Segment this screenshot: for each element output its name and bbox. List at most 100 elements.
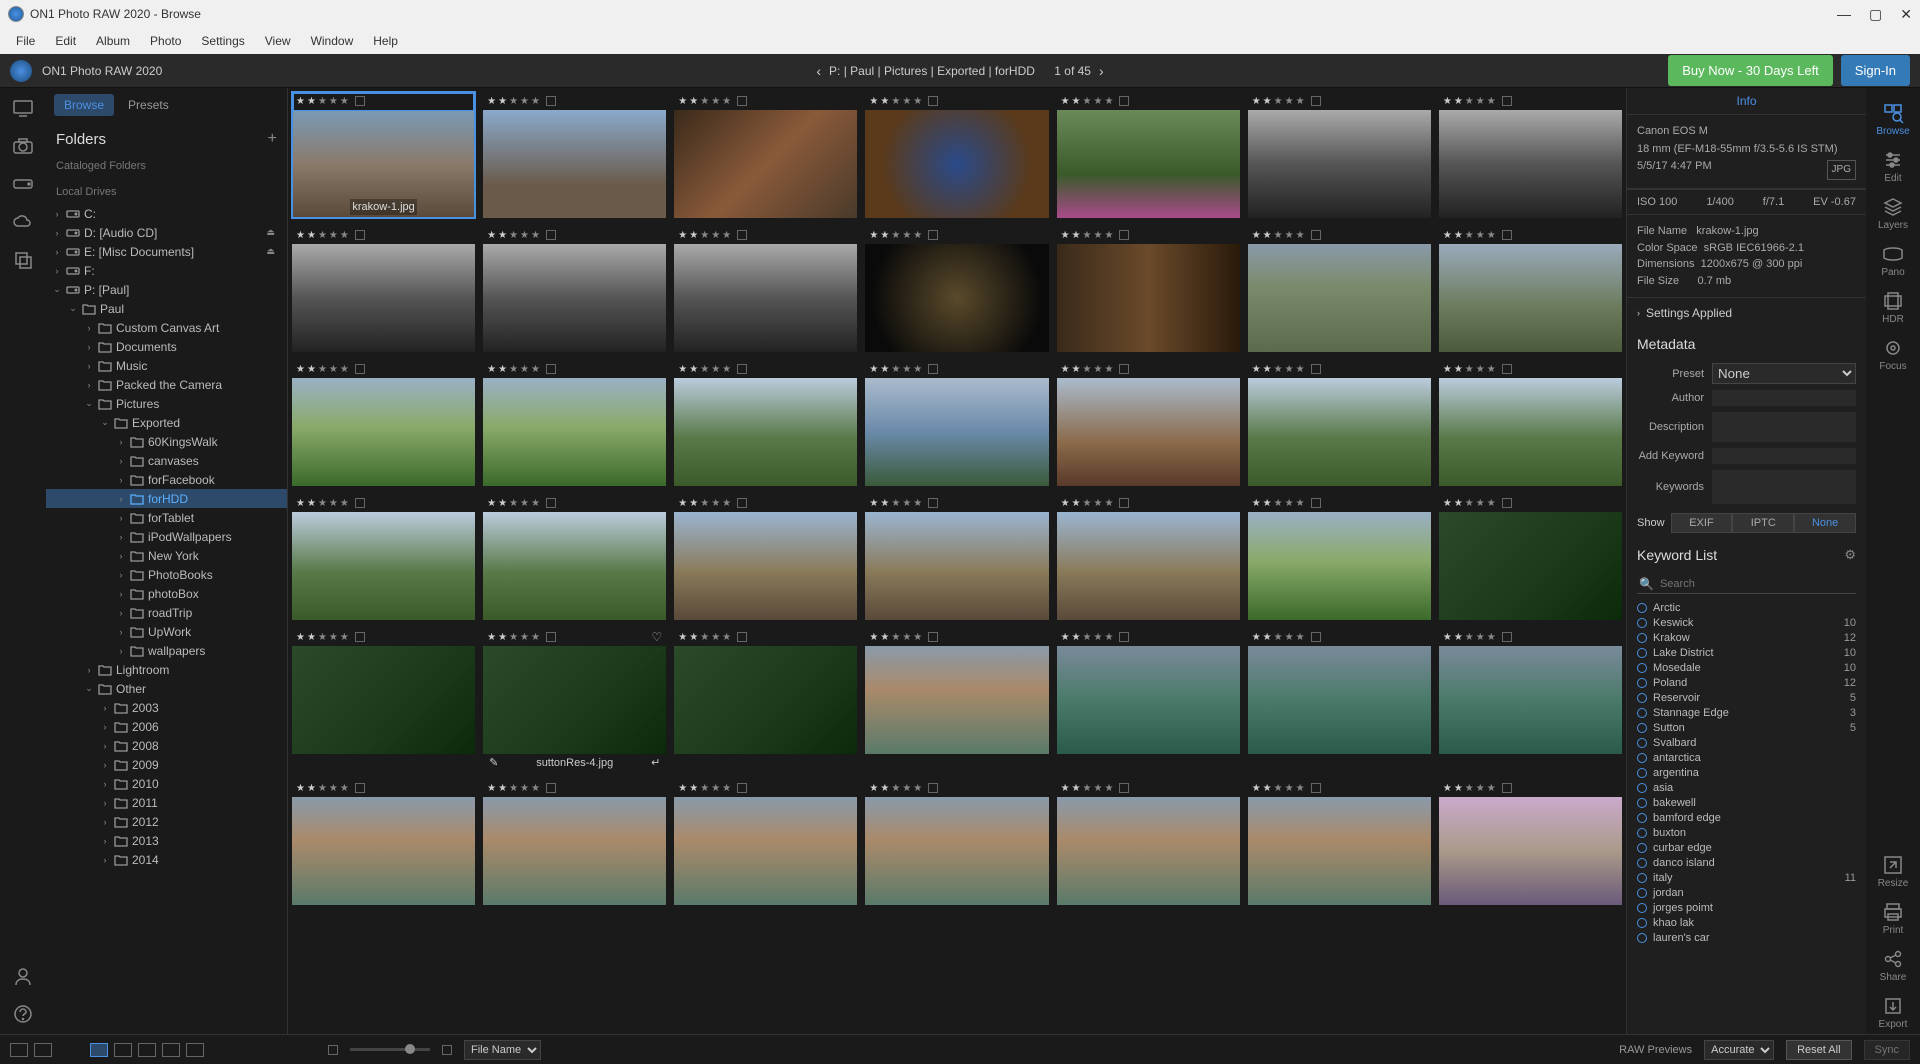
star-icon[interactable]: ★ bbox=[296, 783, 305, 794]
thumb-checkbox[interactable] bbox=[1502, 96, 1512, 106]
settings-applied-toggle[interactable]: ›Settings Applied bbox=[1627, 298, 1866, 328]
star-icon[interactable]: ★ bbox=[1465, 632, 1474, 643]
star-icon[interactable]: ★ bbox=[531, 498, 540, 509]
tree-item[interactable]: ›2006 bbox=[46, 717, 287, 736]
keyword-circle-icon[interactable] bbox=[1637, 798, 1647, 808]
star-icon[interactable]: ★ bbox=[307, 498, 316, 509]
thumb-checkbox[interactable] bbox=[546, 783, 556, 793]
tree-item[interactable]: ⌄Paul bbox=[46, 299, 287, 318]
star-icon[interactable]: ★ bbox=[296, 364, 305, 375]
keyword-circle-icon[interactable] bbox=[1637, 633, 1647, 643]
thumb-checkbox[interactable] bbox=[355, 783, 365, 793]
star-icon[interactable]: ★ bbox=[531, 632, 540, 643]
keyword-item[interactable]: Svalbard bbox=[1637, 735, 1856, 750]
tree-item[interactable]: ›photoBox bbox=[46, 584, 287, 603]
star-icon[interactable]: ★ bbox=[1476, 230, 1485, 241]
view-compare-icon[interactable] bbox=[162, 1043, 180, 1057]
keyword-item[interactable]: lauren's car bbox=[1637, 930, 1856, 945]
keyword-circle-icon[interactable] bbox=[1637, 708, 1647, 718]
thumbnail[interactable]: ★★★★★krakow-1.jpg bbox=[292, 92, 475, 218]
tree-item[interactable]: ›iPodWallpapers bbox=[46, 527, 287, 546]
star-icon[interactable]: ★ bbox=[902, 96, 911, 107]
star-icon[interactable]: ★ bbox=[722, 498, 731, 509]
keyword-search-input[interactable] bbox=[1660, 578, 1854, 590]
star-icon[interactable]: ★ bbox=[1454, 230, 1463, 241]
star-icon[interactable]: ★ bbox=[722, 632, 731, 643]
return-icon[interactable]: ↵ bbox=[651, 756, 660, 769]
keyword-item[interactable]: danco island bbox=[1637, 855, 1856, 870]
tree-item[interactable]: ›2009 bbox=[46, 755, 287, 774]
thumbnail[interactable]: ★★★★★ bbox=[483, 360, 666, 486]
thumb-checkbox[interactable] bbox=[1311, 230, 1321, 240]
star-icon[interactable]: ★ bbox=[509, 96, 518, 107]
thumb-checkbox[interactable] bbox=[1119, 96, 1129, 106]
keyword-item[interactable]: argentina bbox=[1637, 765, 1856, 780]
breadcrumb-prev-button[interactable]: ‹ bbox=[816, 63, 821, 79]
thumb-checkbox[interactable] bbox=[1502, 230, 1512, 240]
star-icon[interactable]: ★ bbox=[498, 632, 507, 643]
star-icon[interactable]: ★ bbox=[711, 364, 720, 375]
tree-item[interactable]: ›Documents bbox=[46, 337, 287, 356]
breadcrumb-path[interactable]: P: | Paul | Pictures | Exported | forHDD bbox=[829, 64, 1035, 78]
thumbnail[interactable]: ★★★★★ bbox=[1057, 360, 1240, 486]
star-icon[interactable]: ★ bbox=[1285, 96, 1294, 107]
star-icon[interactable]: ★ bbox=[509, 632, 518, 643]
star-icon[interactable]: ★ bbox=[913, 230, 922, 241]
thumbnail[interactable]: ★★★★★ bbox=[865, 628, 1048, 771]
star-icon[interactable]: ★ bbox=[1443, 364, 1452, 375]
tree-item[interactable]: ›forFacebook bbox=[46, 470, 287, 489]
tree-item[interactable]: ›2012 bbox=[46, 812, 287, 831]
tree-item[interactable]: ›Lightroom bbox=[46, 660, 287, 679]
thumbnail[interactable]: ★★★★★ bbox=[674, 494, 857, 620]
tree-item[interactable]: ›2008 bbox=[46, 736, 287, 755]
star-icon[interactable]: ★ bbox=[1083, 364, 1092, 375]
star-icon[interactable]: ★ bbox=[1487, 632, 1496, 643]
thumbnail[interactable]: ★★★★★ bbox=[865, 92, 1048, 218]
thumb-checkbox[interactable] bbox=[1311, 783, 1321, 793]
keyword-item[interactable]: Arctic bbox=[1637, 600, 1856, 615]
star-icon[interactable]: ★ bbox=[711, 783, 720, 794]
star-icon[interactable]: ★ bbox=[700, 230, 709, 241]
star-icon[interactable]: ★ bbox=[487, 364, 496, 375]
star-icon[interactable]: ★ bbox=[1476, 632, 1485, 643]
star-icon[interactable]: ★ bbox=[1083, 230, 1092, 241]
keyword-circle-icon[interactable] bbox=[1637, 693, 1647, 703]
tree-item[interactable]: ›C: bbox=[46, 204, 287, 223]
tab-browse[interactable]: Browse bbox=[54, 94, 114, 116]
keyword-item[interactable]: Poland12 bbox=[1637, 675, 1856, 690]
star-icon[interactable]: ★ bbox=[340, 230, 349, 241]
thumbnail[interactable]: ★★★★★ bbox=[1057, 779, 1240, 905]
star-icon[interactable]: ★ bbox=[1083, 96, 1092, 107]
star-icon[interactable]: ★ bbox=[520, 783, 529, 794]
star-icon[interactable]: ★ bbox=[1252, 498, 1261, 509]
star-icon[interactable]: ★ bbox=[318, 783, 327, 794]
star-icon[interactable]: ★ bbox=[1072, 230, 1081, 241]
keyword-circle-icon[interactable] bbox=[1637, 858, 1647, 868]
keyword-item[interactable]: buxton bbox=[1637, 825, 1856, 840]
star-icon[interactable]: ★ bbox=[307, 632, 316, 643]
add-folder-button[interactable]: + bbox=[268, 130, 277, 148]
star-icon[interactable]: ★ bbox=[1104, 783, 1113, 794]
star-icon[interactable]: ★ bbox=[487, 632, 496, 643]
tool-pano[interactable]: Pano bbox=[1881, 239, 1904, 282]
thumbnail[interactable]: ★★★★★ bbox=[674, 226, 857, 352]
star-icon[interactable]: ★ bbox=[722, 783, 731, 794]
thumb-checkbox[interactable] bbox=[1119, 230, 1129, 240]
star-icon[interactable]: ★ bbox=[880, 230, 889, 241]
star-icon[interactable]: ★ bbox=[1252, 783, 1261, 794]
tree-item[interactable]: ›Custom Canvas Art bbox=[46, 318, 287, 337]
star-icon[interactable]: ★ bbox=[318, 96, 327, 107]
thumbnail[interactable]: ★★★★★ bbox=[674, 628, 857, 771]
star-icon[interactable]: ★ bbox=[340, 96, 349, 107]
star-icon[interactable]: ★ bbox=[1104, 498, 1113, 509]
star-icon[interactable]: ★ bbox=[1263, 230, 1272, 241]
star-icon[interactable]: ★ bbox=[902, 498, 911, 509]
view-filmstrip-icon[interactable] bbox=[138, 1043, 156, 1057]
star-icon[interactable]: ★ bbox=[689, 230, 698, 241]
star-icon[interactable]: ★ bbox=[891, 498, 900, 509]
star-icon[interactable]: ★ bbox=[498, 230, 507, 241]
star-icon[interactable]: ★ bbox=[498, 96, 507, 107]
keyword-item[interactable]: khao lak bbox=[1637, 915, 1856, 930]
eject-icon[interactable]: ⏏ bbox=[266, 227, 275, 238]
star-icon[interactable]: ★ bbox=[498, 364, 507, 375]
